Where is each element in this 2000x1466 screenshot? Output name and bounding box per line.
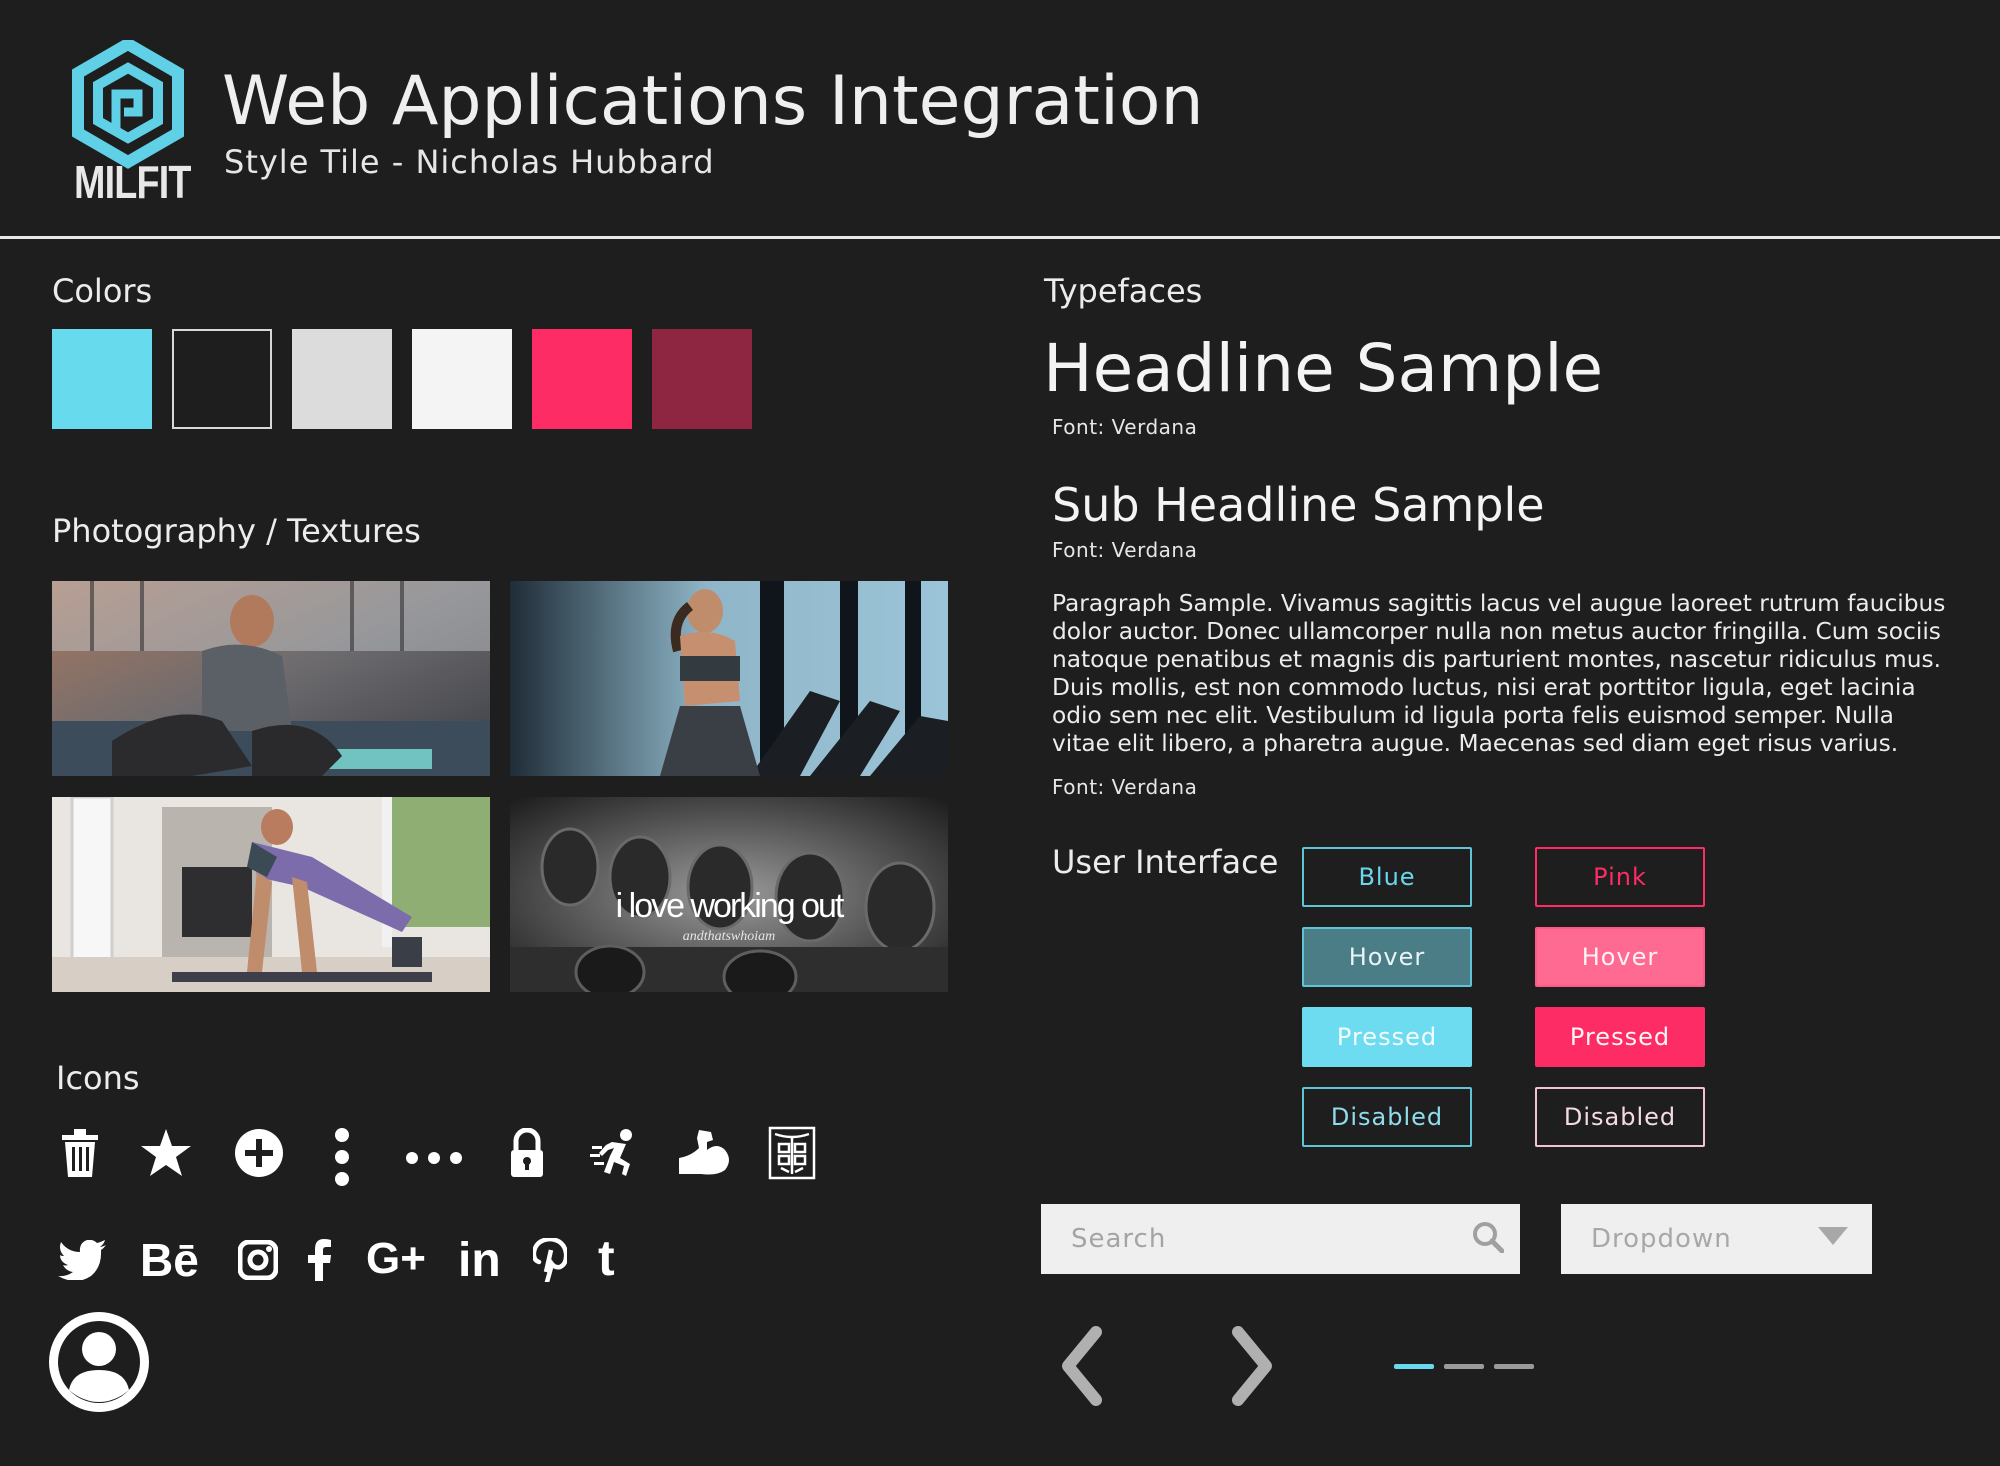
- plus-circle-icon: [231, 1125, 287, 1181]
- running-icon: [587, 1125, 643, 1181]
- search-box[interactable]: [1041, 1204, 1520, 1274]
- user-avatar-icon[interactable]: [49, 1312, 149, 1412]
- color-swatch: [412, 329, 512, 429]
- pagination-dash[interactable]: [1444, 1364, 1484, 1369]
- typefaces-heading: Typefaces: [1044, 272, 1203, 310]
- photo-woman-pushup: [52, 797, 490, 992]
- pagination-dash[interactable]: [1394, 1364, 1434, 1369]
- color-swatch: [172, 329, 272, 429]
- search-icon[interactable]: [1472, 1221, 1505, 1257]
- color-swatch: [292, 329, 392, 429]
- subheadline-font-label: Font: Verdana: [1052, 538, 1198, 562]
- user-interface-heading: User Interface: [1052, 843, 1279, 881]
- instagram-icon[interactable]: [230, 1232, 286, 1288]
- logo-text: MILFIT: [74, 156, 191, 208]
- google-plus-icon[interactable]: G+: [366, 1237, 426, 1281]
- pink-disabled-button: Disabled: [1535, 1087, 1705, 1147]
- search-input[interactable]: [1071, 1224, 1472, 1254]
- photo-overlay-text: i love working out: [616, 887, 845, 925]
- trash-icon: [52, 1125, 108, 1181]
- dropdown-triangle-icon: [1818, 1227, 1848, 1251]
- headline-font-label: Font: Verdana: [1052, 415, 1198, 439]
- pink-pressed-button[interactable]: Pressed: [1535, 1007, 1705, 1067]
- linkedin-icon[interactable]: in: [458, 1237, 501, 1285]
- subheadline-sample: Sub Headline Sample: [1052, 478, 1545, 532]
- horizontal-dots-icon: [403, 1130, 465, 1186]
- twitter-icon[interactable]: [54, 1232, 110, 1288]
- dropdown-select[interactable]: Dropdown: [1561, 1204, 1872, 1274]
- star-icon: [138, 1125, 194, 1181]
- pinterest-icon[interactable]: [522, 1232, 578, 1288]
- blue-button[interactable]: Blue: [1302, 847, 1472, 907]
- headline-sample: Headline Sample: [1043, 330, 1604, 407]
- photo-overlay-subtext: andthatswhoiam: [683, 929, 776, 944]
- color-swatch: [652, 329, 752, 429]
- color-swatch: [52, 329, 152, 429]
- header-divider: [0, 236, 2000, 239]
- pink-button[interactable]: Pink: [1535, 847, 1705, 907]
- dropdown-label: Dropdown: [1591, 1224, 1732, 1254]
- chevron-left-icon[interactable]: [1058, 1326, 1108, 1406]
- page-title: Web Applications Integration: [222, 62, 1204, 141]
- behance-icon[interactable]: Bē: [140, 1237, 199, 1283]
- photo-dumbbells-quote: i love working out andthatswhoiam: [510, 797, 948, 992]
- photo-woman-treadmill: [510, 581, 948, 776]
- lock-icon: [499, 1125, 555, 1181]
- colors-heading: Colors: [52, 272, 153, 310]
- page-subtitle: Style Tile - Nicholas Hubbard: [224, 143, 715, 181]
- color-swatch: [532, 329, 632, 429]
- paragraph-sample: Paragraph Sample. Vivamus sagittis lacus…: [1052, 590, 1946, 757]
- photo-man-situps: [52, 581, 490, 776]
- blue-pressed-button[interactable]: Pressed: [1302, 1007, 1472, 1067]
- facebook-icon[interactable]: [292, 1232, 348, 1288]
- flexed-bicep-icon: [676, 1125, 732, 1181]
- tumblr-icon[interactable]: t: [598, 1233, 615, 1283]
- pagination-dash[interactable]: [1494, 1364, 1534, 1369]
- photography-heading: Photography / Textures: [52, 512, 421, 550]
- blue-disabled-button: Disabled: [1302, 1087, 1472, 1147]
- abs-icon: [764, 1125, 820, 1181]
- icons-heading: Icons: [56, 1059, 140, 1097]
- vertical-dots-icon: [314, 1128, 370, 1186]
- pink-hover-button[interactable]: Hover: [1535, 927, 1705, 987]
- paragraph-font-label: Font: Verdana: [1052, 775, 1198, 799]
- blue-hover-button[interactable]: Hover: [1302, 927, 1472, 987]
- chevron-right-icon[interactable]: [1226, 1326, 1276, 1406]
